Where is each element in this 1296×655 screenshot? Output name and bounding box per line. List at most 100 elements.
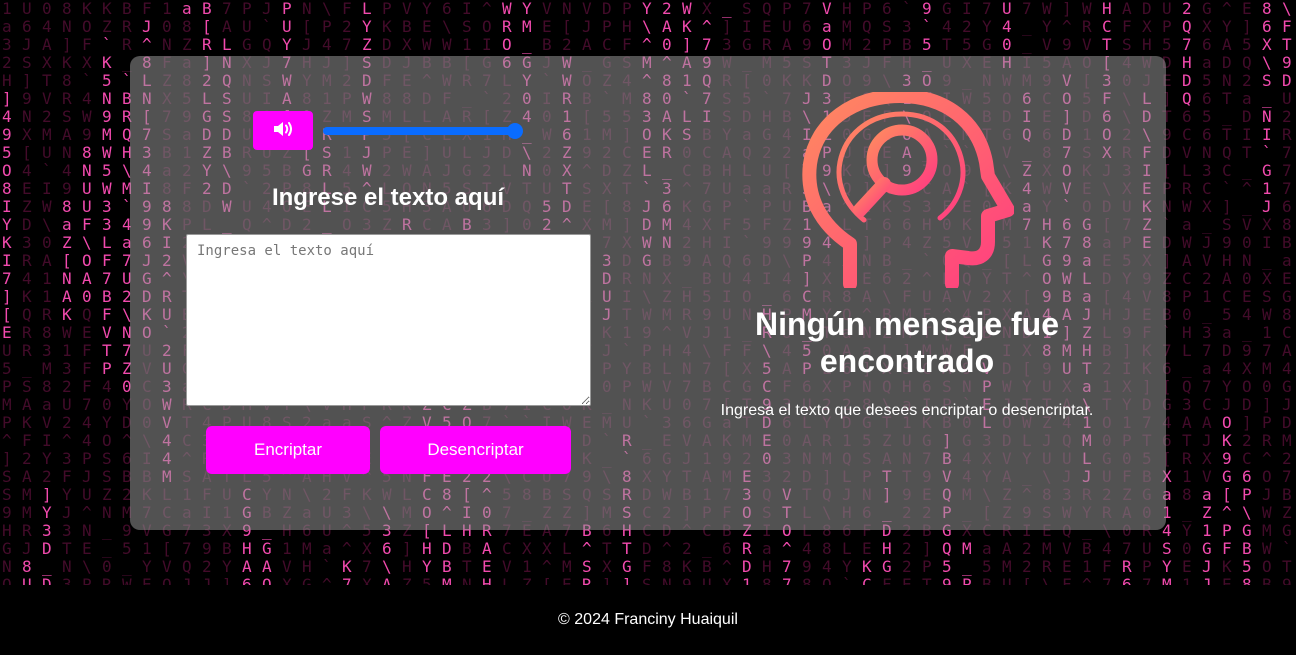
matrix-glyph: a [1202, 485, 1212, 504]
matrix-glyph: W [102, 179, 112, 198]
matrix-glyph: 1 [42, 269, 52, 288]
matrix-glyph: D [1242, 107, 1252, 126]
text-input[interactable] [186, 234, 591, 406]
matrix-glyph: B [902, 35, 912, 54]
matrix-glyph: T [462, 557, 472, 576]
matrix-glyph: T [1242, 143, 1252, 162]
matrix-glyph: 8 [1262, 0, 1272, 18]
matrix-glyph: I [2, 197, 12, 216]
matrix-glyph: N [1202, 143, 1212, 162]
matrix-glyph: 2 [42, 467, 52, 486]
matrix-glyph: R [1122, 557, 1132, 576]
matrix-glyph: D [742, 557, 752, 576]
volume-slider[interactable] [323, 121, 523, 141]
matrix-glyph: 9 [1282, 575, 1292, 585]
matrix-glyph: [ [302, 17, 312, 36]
matrix-glyph: Y [842, 557, 852, 576]
matrix-glyph: 1 [1262, 179, 1272, 198]
matrix-glyph: \ [1042, 575, 1052, 585]
matrix-glyph: 0 [1242, 233, 1252, 252]
matrix-glyph: 7 [1122, 539, 1132, 558]
matrix-glyph: U [82, 197, 92, 216]
matrix-glyph: ^ [142, 35, 152, 54]
matrix-glyph: 4 [22, 269, 32, 288]
matrix-glyph: 3 [62, 359, 72, 378]
matrix-glyph: Q [1222, 143, 1232, 162]
matrix-glyph: W [682, 0, 692, 18]
matrix-glyph: K [2, 233, 12, 252]
head-magnifier-icon [802, 89, 1015, 293]
matrix-glyph: W [1262, 503, 1272, 522]
volume-slider-thumb[interactable] [507, 123, 523, 139]
matrix-glyph: F [882, 575, 892, 585]
matrix-glyph: 7 [1202, 341, 1212, 360]
matrix-glyph: W [1042, 0, 1052, 18]
matrix-glyph: 8 [82, 143, 92, 162]
matrix-glyph: 8 [762, 575, 772, 585]
matrix-glyph: V [162, 557, 172, 576]
matrix-glyph: 2 [62, 377, 72, 396]
matrix-glyph: U [2, 341, 12, 360]
matrix-glyph: S [22, 377, 32, 396]
matrix-glyph: G [742, 35, 752, 54]
matrix-glyph: T [942, 35, 952, 54]
matrix-glyph: \ [382, 557, 392, 576]
matrix-glyph: A [42, 251, 52, 270]
matrix-glyph: Q [1182, 17, 1192, 36]
sound-toggle-button[interactable] [253, 111, 313, 150]
matrix-glyph: 2 [2, 53, 12, 72]
matrix-glyph: A [1202, 413, 1212, 432]
matrix-glyph: R [502, 17, 512, 36]
matrix-glyph: B [122, 0, 132, 18]
matrix-glyph: ] [2, 89, 12, 108]
matrix-glyph: Y [422, 0, 432, 18]
matrix-glyph: Y [982, 17, 992, 36]
matrix-glyph: 5 [102, 71, 112, 90]
encrypt-button[interactable]: Encriptar [206, 426, 370, 474]
matrix-glyph: C [602, 35, 612, 54]
matrix-glyph: 0 [1002, 35, 1012, 54]
matrix-glyph: 3 [42, 341, 52, 360]
matrix-glyph: J [1262, 485, 1272, 504]
matrix-glyph: Q [1182, 89, 1192, 108]
matrix-glyph: 5 [102, 161, 112, 180]
matrix-glyph: a [42, 395, 52, 414]
matrix-glyph: P [622, 0, 632, 18]
matrix-glyph: 1 [1182, 467, 1192, 486]
matrix-glyph: P [282, 0, 292, 18]
matrix-glyph: D [1222, 341, 1232, 360]
matrix-glyph: N [62, 143, 72, 162]
matrix-glyph: T [1182, 431, 1192, 450]
matrix-glyph: a [1282, 251, 1292, 270]
matrix-glyph: _ [1182, 359, 1192, 378]
matrix-glyph: ] [42, 485, 52, 504]
matrix-glyph: S [882, 17, 892, 36]
matrix-glyph: R [1042, 557, 1052, 576]
matrix-glyph: 4 [322, 35, 332, 54]
matrix-glyph: \ [642, 17, 652, 36]
matrix-glyph: B [1242, 539, 1252, 558]
matrix-glyph: 5 [122, 539, 132, 558]
matrix-glyph: I [2, 251, 12, 270]
matrix-glyph: [ [62, 251, 72, 270]
matrix-glyph: 9 [2, 503, 12, 522]
matrix-glyph: A [22, 467, 32, 486]
matrix-glyph: V [42, 89, 52, 108]
matrix-glyph: N [102, 89, 112, 108]
matrix-glyph: R [1282, 125, 1292, 144]
decrypt-button[interactable]: Desencriptar [380, 426, 571, 474]
matrix-glyph: ` [42, 161, 52, 180]
matrix-glyph: ^ [2, 431, 12, 450]
matrix-glyph: 6 [382, 539, 392, 558]
matrix-glyph: O [1262, 557, 1272, 576]
matrix-glyph: 9 [1062, 35, 1072, 54]
matrix-glyph: 3 [62, 449, 72, 468]
matrix-glyph: 8 [42, 377, 52, 396]
matrix-glyph: J [262, 0, 272, 18]
matrix-glyph: F [82, 341, 92, 360]
matrix-glyph: a [1182, 215, 1192, 234]
matrix-glyph: Y [1042, 17, 1052, 36]
matrix-glyph: 4 [1002, 17, 1012, 36]
matrix-glyph: ` [102, 35, 112, 54]
matrix-glyph: D [1282, 413, 1292, 432]
